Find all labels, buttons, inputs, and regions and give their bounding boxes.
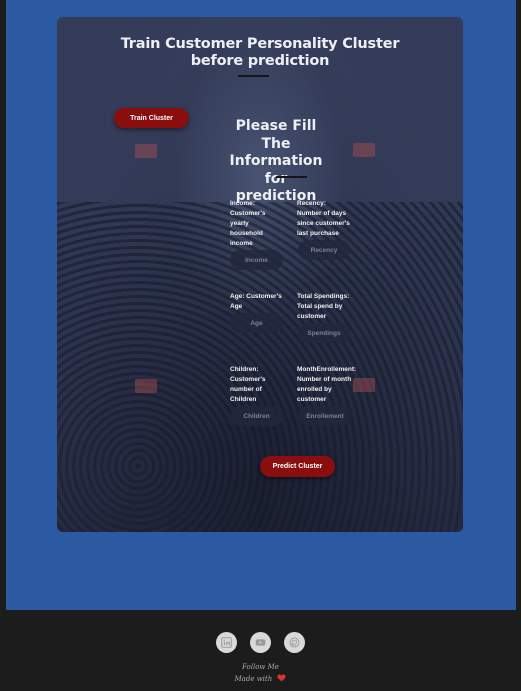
label-line: Children: [230,366,259,373]
form-card [57,17,463,532]
label-line: Number of month [297,376,352,383]
enrollment-label: MonthEnrollement: Number of month enroll… [297,365,363,405]
recency-label: Recency: Number of days since customer's… [297,199,359,239]
recency-input[interactable]: Recency [298,240,350,260]
crowd-flag [135,144,157,158]
children-label: Children: Customer's number of Children [230,365,290,405]
label-line: Age: Customer's [230,293,282,300]
label-line: enrolled by [297,386,332,393]
form-title: Please Fill The Information for predicti… [222,118,330,206]
enrollment-placeholder: Enrollement [306,412,344,420]
age-input[interactable]: Age [230,313,283,333]
children-input[interactable]: Children [230,406,283,426]
crowd-flag [135,379,157,393]
age-placeholder: Age [250,319,263,327]
children-placeholder: Children [243,412,270,420]
label-line: MonthEnrollement: [297,366,357,373]
made-with-text: Made with [234,675,273,683]
label-line: since customer's [297,220,350,227]
label-line: Age [230,303,243,310]
github-icon[interactable] [284,632,305,653]
label-line: Recency: [297,200,326,207]
recency-placeholder: Recency [310,246,338,254]
github-glyph [289,637,300,648]
follow-me-text: Follow Me [242,663,279,671]
spendings-placeholder: Spendings [307,329,341,337]
linkedin-icon[interactable] [216,632,237,653]
enrollment-input[interactable]: Enrollement [298,406,352,426]
label-line: Customer's [230,210,266,217]
label-line: Number of days [297,210,347,217]
page-title-line: before prediction [190,53,330,69]
label-line: income [230,240,253,247]
linkedin-glyph [221,637,232,648]
form-title-line: Please Fill The [235,118,317,152]
predict-cluster-label: Predict Cluster [272,463,323,470]
train-cluster-button[interactable]: Train Cluster [114,108,189,128]
page-title: Train Customer Personality Cluster befor… [57,36,463,70]
income-placeholder: Income [245,256,268,264]
youtube-glyph [255,639,266,646]
income-input[interactable]: Income [230,250,283,270]
predict-cluster-button[interactable]: Predict Cluster [260,456,335,477]
income-label: Income: Customer's yearly household inco… [230,199,290,249]
page-title-line: Train Customer Personality Cluster [120,36,400,52]
label-line: yearly [230,220,249,227]
made-with-line: Made with [0,674,521,683]
youtube-icon[interactable] [250,632,271,653]
label-line: customer [297,396,327,403]
crowd-flag [353,143,375,157]
form-title-line: Information for [229,153,323,187]
label-line: Income: [230,200,255,207]
label-line: last purchase [297,230,339,237]
age-label: Age: Customer's Age [230,292,290,312]
label-line: number of [230,386,262,393]
title-underline [238,75,269,77]
spendings-label: Total Spendings: Total spend by customer [297,292,359,322]
spendings-input[interactable]: Spendings [298,323,350,343]
label-line: Customer's [230,376,266,383]
label-line: household [230,230,263,237]
form-title-underline [276,176,307,178]
label-line: customer [297,313,327,320]
heart-icon [277,674,287,682]
label-line: Total spend by [297,303,343,310]
train-cluster-label: Train Cluster [130,114,173,122]
label-line: Children [230,396,257,403]
label-line: Total Spendings: [297,293,350,300]
